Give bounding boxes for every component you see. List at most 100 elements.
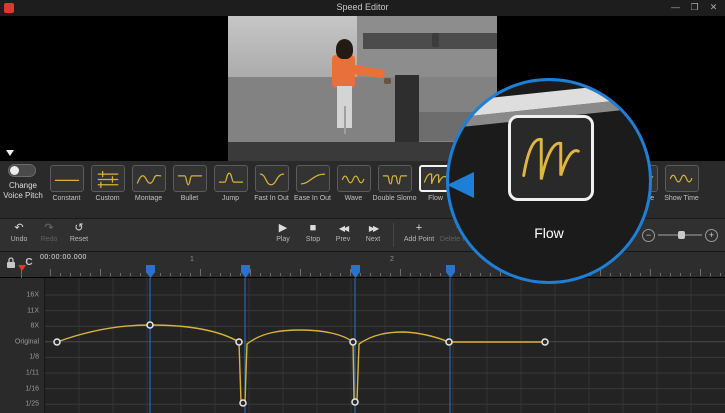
undo-button[interactable]: ↶ Undo	[4, 221, 34, 243]
preset-constant[interactable]: Constant	[46, 165, 87, 217]
speed-curve-editor[interactable]: 16X11X8XOriginal1/81/111/161/25	[0, 278, 725, 413]
play-button[interactable]: ▶ Play	[268, 221, 298, 247]
lock-icon[interactable]	[5, 256, 19, 272]
ruler-tick	[200, 269, 201, 276]
ruler-tick	[270, 273, 271, 276]
ruler-tick	[710, 273, 711, 276]
ruler-tick	[490, 273, 491, 276]
curve-point[interactable]	[350, 339, 356, 345]
ruler-tick	[690, 273, 691, 276]
ruler-tick	[60, 273, 61, 276]
ruler-tick	[330, 273, 331, 276]
preset-bullet-icon	[173, 165, 207, 192]
ruler-tick	[240, 273, 241, 276]
ruler-tick	[660, 273, 661, 276]
callout-label: Flow	[449, 225, 649, 241]
maximize-button[interactable]: ❐	[685, 0, 704, 16]
keyframe-marker[interactable]	[446, 265, 455, 278]
ruler-tick	[370, 273, 371, 276]
minimize-button[interactable]: —	[666, 0, 685, 16]
redo-button[interactable]: ↷ Redo	[34, 221, 64, 243]
ruler-tick	[350, 269, 351, 276]
preset-label: Ease In Out	[294, 195, 331, 202]
ruler-label: 2	[390, 256, 394, 263]
ruler-tick	[280, 273, 281, 276]
voice-pitch-label: Change Voice Pitch	[0, 181, 46, 201]
ruler-tick	[120, 273, 121, 276]
video-statue	[432, 33, 439, 47]
keyframe-marker[interactable]	[351, 265, 360, 278]
close-button[interactable]: ✕	[704, 0, 723, 16]
curve-point[interactable]	[240, 400, 246, 406]
keyframe-marker[interactable]	[241, 265, 250, 278]
reset-icon: ↺	[74, 221, 83, 236]
ruler-tick	[220, 273, 221, 276]
ruler-tick	[470, 273, 471, 276]
ruler-tick	[80, 273, 81, 276]
zoom-in-icon[interactable]: +	[705, 229, 718, 242]
curve-point[interactable]	[54, 339, 60, 345]
zoom-slider-handle[interactable]	[678, 231, 685, 239]
ruler-tick	[390, 273, 391, 276]
preset-label: Fast In Out	[254, 195, 289, 202]
playhead-icon[interactable]	[18, 265, 26, 271]
preset-show-time-icon	[665, 165, 699, 192]
preset-show-time[interactable]: Show Time	[661, 165, 702, 217]
stop-button[interactable]: ■ Stop	[298, 221, 328, 247]
video-window-strip	[363, 33, 498, 49]
preset-wave[interactable]: Wave	[333, 165, 374, 217]
preset-label: Wave	[345, 195, 363, 202]
window-controls: — ❐ ✕	[666, 0, 723, 16]
preset-label: Show Time	[664, 195, 699, 202]
collapse-arrow-icon[interactable]	[6, 150, 14, 156]
preset-custom[interactable]: Custom	[87, 165, 128, 217]
curve-point[interactable]	[446, 339, 452, 345]
flow-curve-icon	[512, 119, 590, 197]
titlebar: Speed Editor — ❐ ✕	[0, 0, 725, 16]
ruler-tick	[670, 273, 671, 276]
preset-montage-icon	[132, 165, 166, 192]
preset-montage[interactable]: Montage	[128, 165, 169, 217]
next-button[interactable]: ▶▶ Next	[358, 221, 388, 247]
preset-label: Montage	[135, 195, 162, 202]
undo-icon: ↶	[14, 221, 23, 236]
ruler-tick	[610, 273, 611, 276]
preset-jump-icon	[214, 165, 248, 192]
next-icon: ▶▶	[369, 221, 377, 236]
voice-pitch-toggle[interactable]	[8, 164, 36, 177]
curve-point[interactable]	[352, 399, 358, 405]
ruler-tick	[130, 273, 131, 276]
flow-preset-magnified	[508, 115, 594, 201]
keyframe-marker[interactable]	[146, 265, 155, 278]
ruler-tick	[630, 273, 631, 276]
preset-constant-icon	[50, 165, 84, 192]
preset-label: Custom	[95, 195, 119, 202]
ruler-tick	[190, 273, 191, 276]
preset-label: Jump	[222, 195, 239, 202]
ruler-tick	[440, 273, 441, 276]
preset-ease-in-out[interactable]: Ease In Out	[292, 165, 333, 217]
preset-jump[interactable]: Jump	[210, 165, 251, 217]
ruler-tick	[100, 269, 101, 276]
reset-button[interactable]: ↺ Reset	[64, 221, 94, 243]
ruler-tick	[720, 273, 721, 276]
ruler-tick	[400, 269, 401, 276]
redo-icon: ↷	[44, 221, 53, 236]
preset-bullet[interactable]: Bullet	[169, 165, 210, 217]
prev-button[interactable]: ◀◀ Prev	[328, 221, 358, 247]
ruler-tick	[380, 273, 381, 276]
preset-fast-in-out[interactable]: Fast In Out	[251, 165, 292, 217]
curve-point[interactable]	[147, 322, 153, 328]
zoom-slider[interactable]	[658, 234, 702, 236]
playhead-line	[21, 270, 22, 278]
curve-point[interactable]	[236, 339, 242, 345]
add-point-button[interactable]: + Add Point	[399, 221, 439, 247]
toggle-knob	[10, 166, 19, 175]
preset-label: Constant	[52, 195, 80, 202]
ruler-tick	[620, 273, 621, 276]
ruler-tick	[250, 269, 251, 276]
curve-point[interactable]	[542, 339, 548, 345]
timecode: 00:00:00.000	[40, 254, 87, 261]
preset-double-slomo[interactable]: Double Slomo	[374, 165, 415, 217]
ruler-tick	[420, 273, 421, 276]
